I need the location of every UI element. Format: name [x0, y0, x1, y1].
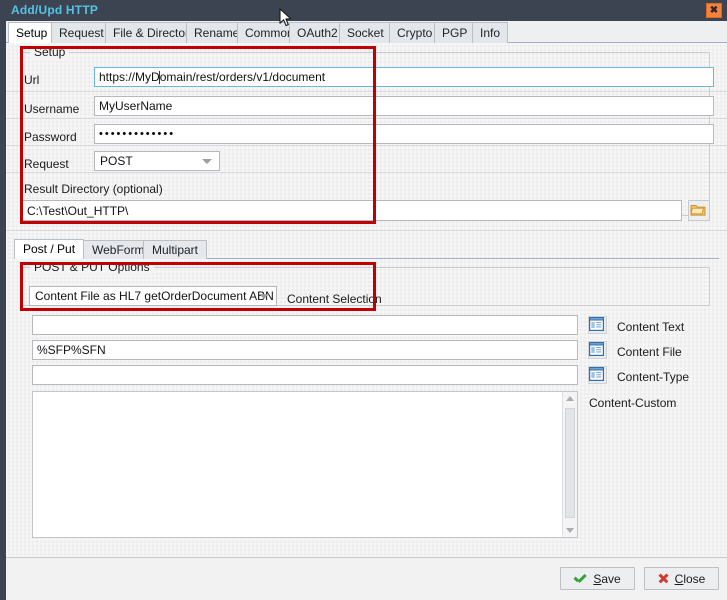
tab-socket[interactable]: Socket	[339, 22, 392, 43]
content-selection-value: Content File as HL7 getOrderDocument ABN	[35, 289, 274, 303]
result-directory-input[interactable]: C:\Test\Out_HTTP\	[22, 200, 682, 221]
content-file-label: Content File	[617, 345, 682, 359]
window-close-button[interactable]: ✖	[706, 3, 722, 18]
dialog-footer: Save Close	[6, 557, 727, 600]
content-type-picker-button[interactable]	[588, 366, 607, 384]
request-label: Request	[24, 157, 69, 171]
save-button[interactable]: Save	[560, 567, 635, 590]
content-type-input[interactable]	[32, 365, 578, 385]
dialog-body: Setup Url https://MyD omain/rest/orders/v…	[6, 43, 727, 557]
content-text-label: Content Text	[617, 320, 685, 334]
url-value-before-caret: https://MyD	[99, 70, 160, 84]
close-button-label: Close	[674, 571, 706, 586]
main-tab-strip: Setup Request File & Directory Rename Co…	[0, 21, 727, 44]
content-custom-label: Content-Custom	[589, 396, 677, 410]
add-upd-http-dialog: Add/Upd HTTP ✖ Setup Request File & Dire…	[0, 0, 727, 600]
content-file-value: %SFP%SFN	[37, 343, 106, 357]
scroll-down-button[interactable]	[563, 523, 577, 537]
window-title: Add/Upd HTTP	[11, 3, 99, 17]
content-custom-textarea[interactable]	[32, 391, 578, 538]
red-x-icon	[658, 573, 669, 584]
content-file-picker-button[interactable]	[588, 341, 607, 359]
save-button-label: Save	[593, 571, 621, 586]
setup-groupbox-title: Setup	[30, 45, 70, 59]
green-check-icon	[574, 573, 587, 584]
content-text-input[interactable]	[32, 315, 578, 335]
post-put-options-title: POST & PUT Options	[30, 260, 154, 274]
content-text-picker-button[interactable]	[588, 316, 607, 334]
request-method-value: POST	[100, 154, 133, 168]
triangle-up-icon	[566, 396, 574, 401]
tab-crypto[interactable]: Crypto	[389, 22, 441, 43]
document-window-icon	[589, 317, 605, 332]
content-selection-label: Content Selection	[287, 292, 382, 306]
password-input[interactable]: •••••••••••••	[94, 124, 714, 144]
content-file-input[interactable]: %SFP%SFN	[32, 340, 578, 360]
url-label: Url	[24, 73, 40, 87]
close-button[interactable]: Close	[644, 567, 719, 590]
tab-info[interactable]: Info	[472, 22, 509, 43]
url-input[interactable]: https://MyD omain/rest/orders/v1/document	[94, 67, 714, 87]
close-icon: ✖	[709, 5, 719, 16]
content-custom-scrollbar[interactable]	[562, 392, 577, 537]
folder-icon	[690, 205, 706, 216]
request-method-select[interactable]: POST	[94, 151, 220, 171]
username-value: MyUserName	[99, 99, 173, 113]
username-label: Username	[24, 102, 80, 116]
subtab-multipart[interactable]: Multipart	[143, 240, 208, 259]
chevron-down-icon	[259, 294, 269, 299]
document-window-icon	[589, 342, 605, 357]
content-type-label: Content-Type	[617, 370, 690, 384]
content-selection-select[interactable]: Content File as HL7 getOrderDocument ABN	[29, 286, 277, 306]
tab-oauth2[interactable]: OAuth2	[289, 22, 346, 43]
browse-result-directory-button[interactable]	[688, 200, 710, 221]
tab-setup[interactable]: Setup	[8, 22, 56, 44]
bg-rule	[6, 230, 727, 231]
title-bar: Add/Upd HTTP ✖	[0, 0, 727, 21]
url-value-after-caret: omain/rest/orders/v1/document	[159, 70, 326, 84]
password-value: •••••••••••••	[99, 128, 176, 140]
result-directory-value: C:\Test\Out_HTTP\	[27, 203, 129, 218]
username-input[interactable]: MyUserName	[94, 96, 714, 116]
chevron-down-icon	[202, 159, 212, 164]
result-directory-label: Result Directory (optional)	[24, 182, 163, 196]
triangle-down-icon	[566, 528, 574, 533]
scrollbar-thumb[interactable]	[565, 408, 575, 518]
tab-pgp[interactable]: PGP	[434, 22, 476, 43]
tab-request[interactable]: Request	[51, 22, 112, 43]
subtab-post-put[interactable]: Post / Put	[14, 239, 85, 259]
password-label: Password	[24, 130, 77, 144]
scroll-up-button[interactable]	[563, 392, 577, 406]
document-window-icon	[589, 367, 605, 382]
